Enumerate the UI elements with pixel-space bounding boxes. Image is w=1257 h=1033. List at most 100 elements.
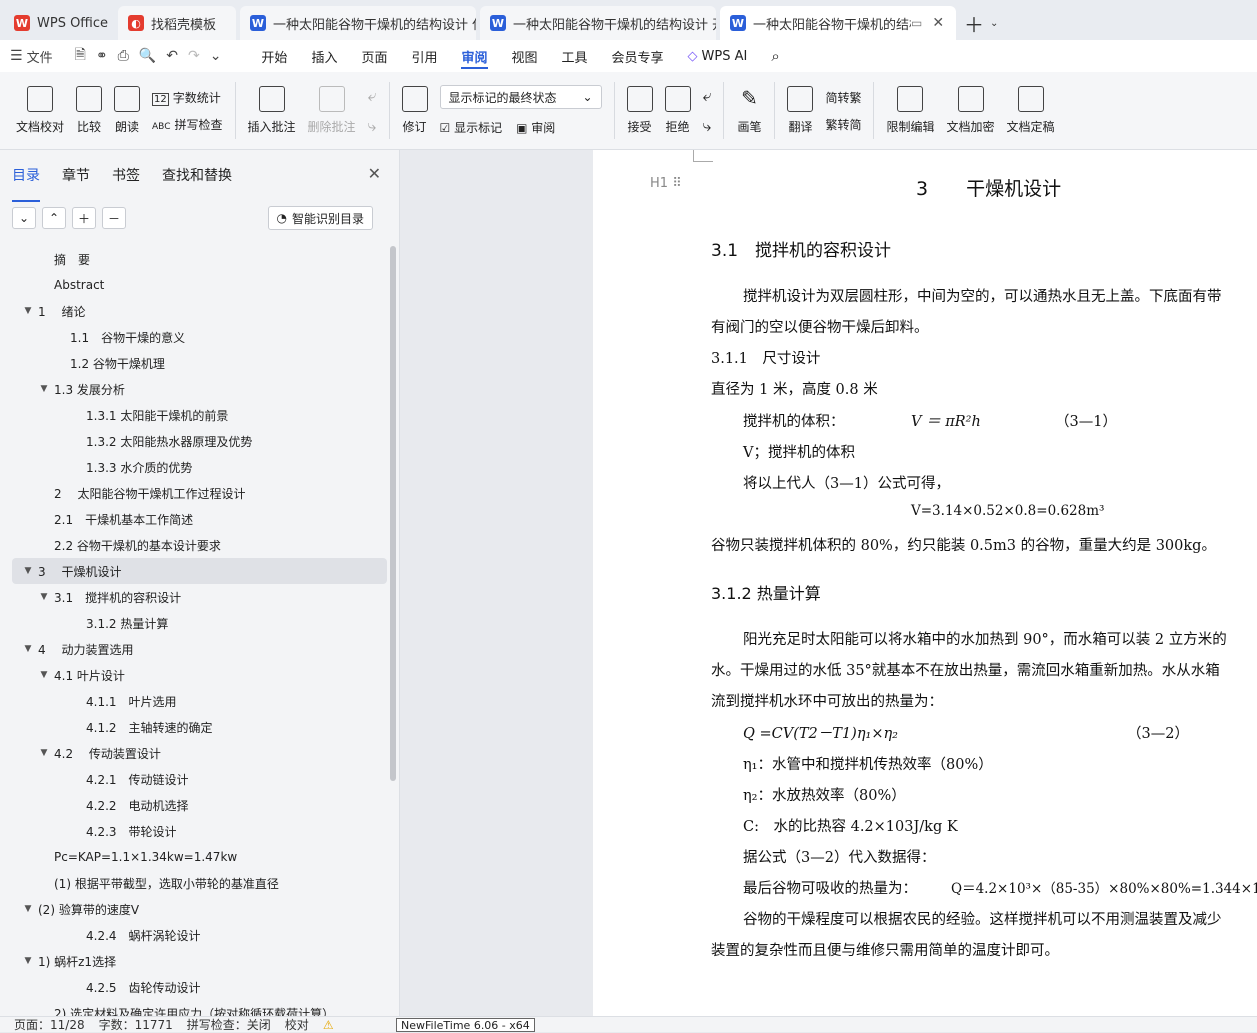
menu-item-reference[interactable]: 引用 [399, 40, 449, 72]
tab-document-1[interactable]: W 一种太阳能谷物干燥机的结构设计 任 [240, 6, 476, 40]
undo-icon[interactable]: ↶ [166, 48, 178, 64]
toc-item[interactable]: 1.3.2 太阳能热水器原理及优势 [12, 428, 387, 454]
menu-item-insert[interactable]: 插入 [299, 40, 349, 72]
chevron-down-icon[interactable]: ⌄ [990, 18, 998, 29]
close-panel-icon[interactable]: ✕ [368, 164, 381, 183]
toc-item[interactable]: Pc=KAP=1.1×1.34kw=1.47kw [12, 844, 387, 870]
toc-item[interactable]: 1.3.1 太阳能干燥机的前景 [12, 402, 387, 428]
close-tab-icon[interactable]: ✕ [932, 15, 944, 31]
spell-check-status[interactable]: 拼写检查：关闭 [187, 1016, 271, 1033]
toc-item[interactable]: 3.1.2 热量计算 [12, 610, 387, 636]
toc-item[interactable]: (1) 根据平带截型，选取小带轮的基准直径 [12, 870, 387, 896]
finalize-button[interactable]: 文档定稿 [1001, 72, 1061, 149]
toc-item[interactable]: 1.2 谷物干燥机理 [12, 350, 387, 376]
toc-item[interactable]: 4.2.1 传动链设计 [12, 766, 387, 792]
wps-ai-button[interactable]: ◇ WPS AI [676, 40, 760, 72]
expand-toggle-icon[interactable]: ▼ [22, 644, 34, 654]
read-aloud-button[interactable]: 朗读 [108, 72, 146, 149]
page-indicator[interactable]: 页面：11/28 [14, 1016, 85, 1033]
more-chevron-icon[interactable]: ⌄ [210, 48, 222, 64]
toc-item[interactable]: 2.2 谷物干燥机的基本设计要求 [12, 532, 387, 558]
tab-wps-office[interactable]: W WPS Office [4, 6, 114, 40]
compare-button[interactable]: 比较 [70, 72, 108, 149]
toc-item[interactable]: ▼ 4 动力装置选用 [12, 636, 387, 662]
screen-icon[interactable]: ▭ [911, 16, 922, 30]
toc-item[interactable]: ▼ 4.2 传动装置设计 [12, 740, 387, 766]
accept-button[interactable]: 接受 [621, 72, 659, 149]
remove-heading-button[interactable]: － [102, 207, 126, 229]
show-markup-button[interactable]: ☑ 显示标记 [440, 119, 503, 136]
print-icon[interactable]: ⎙ [118, 48, 129, 64]
reject-button[interactable]: 拒绝 [659, 72, 697, 149]
expand-toggle-icon[interactable]: ▼ [38, 748, 50, 758]
add-heading-button[interactable]: ＋ [72, 207, 96, 229]
smart-toc-button[interactable]: ◔ 智能识别目录 [267, 206, 373, 230]
expand-toggle-icon[interactable]: ▼ [22, 956, 34, 966]
spell-check-button[interactable]: ABC 拼写检查 [152, 116, 222, 133]
search-icon[interactable]: ⌕ [759, 40, 791, 72]
new-tab-button[interactable]: ＋ ⌄ [964, 6, 998, 40]
expand-toggle-icon[interactable]: ▼ [38, 592, 50, 602]
expand-toggle-icon[interactable]: ▼ [38, 670, 50, 680]
hamburger-icon[interactable]: ☰ [10, 48, 23, 64]
document-page[interactable]: H1 ⠿ 3 干燥机设计 3.1 搅拌机的容积设计 搅拌机设计为双层圆柱形，中间… [593, 150, 1257, 1016]
toc-item[interactable]: ▼ 1) 蜗杆z1选择 [12, 948, 387, 974]
expand-toggle-icon[interactable]: ▼ [22, 566, 34, 576]
print-preview-icon[interactable]: 🔍 [139, 48, 156, 64]
menu-item-view[interactable]: 视图 [500, 40, 550, 72]
toc-item[interactable]: 4.2.2 电动机选择 [12, 792, 387, 818]
menu-item-review[interactable]: 审阅 [449, 40, 499, 72]
word-count-indicator[interactable]: 字数：11771 [99, 1016, 173, 1033]
toc-item[interactable]: 1.1 谷物干燥的意义 [12, 324, 387, 350]
next-change-icon[interactable]: ⤷ [703, 116, 712, 136]
tab-toc[interactable]: 目录 [12, 165, 40, 202]
restrict-edit-button[interactable]: 限制编辑 [880, 72, 940, 149]
markup-state-select[interactable]: 显示标记的最终状态 ⌄ [439, 85, 602, 109]
toc-item[interactable]: 4.2.3 带轮设计 [12, 818, 387, 844]
word-count-button[interactable]: 12 字数统计 [152, 89, 222, 106]
toc-item[interactable]: ▼ 3 干燥机设计 [12, 558, 387, 584]
tab-chapters[interactable]: 章节 [62, 165, 90, 194]
toc-item[interactable]: 1.3.3 水介质的优势 [12, 454, 387, 480]
menu-item-page[interactable]: 页面 [349, 40, 399, 72]
toc-scrollbar[interactable] [390, 246, 396, 781]
menu-item-start[interactable]: 开始 [249, 40, 299, 72]
toc-item[interactable]: 4.1.1 叶片选用 [12, 688, 387, 714]
translate-button[interactable]: 翻译 [781, 72, 819, 149]
toc-item[interactable]: ▼ 3.1 搅拌机的容积设计 [12, 584, 387, 610]
toc-item[interactable]: 摘 要 [12, 246, 387, 272]
warning-icon[interactable]: ⚠ [323, 1018, 334, 1032]
expand-toggle-icon[interactable]: ▼ [22, 306, 34, 316]
toc-item[interactable]: 2 太阳能谷物干燥机工作过程设计 [12, 480, 387, 506]
to-simplified-button[interactable]: 繁转简 [825, 116, 861, 133]
review-pane-button[interactable]: ▣ 审阅 [516, 119, 555, 136]
pen-button[interactable]: ✎ 画笔 [730, 72, 768, 149]
heading-marker[interactable]: H1 ⠿ [650, 176, 682, 191]
toc-item[interactable]: 4.1.2 主轴转速的确定 [12, 714, 387, 740]
menu-item-tools[interactable]: 工具 [550, 40, 600, 72]
tab-template[interactable]: ◐ 找稻壳模板 [118, 6, 236, 40]
link-icon[interactable]: ⚭ [96, 48, 108, 64]
toc-item[interactable]: ▼ 1 绪论 [12, 298, 387, 324]
expand-toggle-icon[interactable]: ▼ [38, 384, 50, 394]
tab-document-2[interactable]: W 一种太阳能谷物干燥机的结构设计 开 [480, 6, 716, 40]
prev-change-icon[interactable]: ⤶ [703, 86, 712, 106]
toc-item[interactable]: ▼ 4.1 叶片设计 [12, 662, 387, 688]
to-traditional-button[interactable]: 简转繁 [825, 89, 861, 106]
insert-comment-button[interactable]: 插入批注 [242, 72, 302, 149]
expand-toggle-icon[interactable]: ▼ [22, 904, 34, 914]
toc-item[interactable]: ▼ 1.3 发展分析 [12, 376, 387, 402]
toc-item[interactable]: 4.2.5 齿轮传动设计 [12, 974, 387, 1000]
save-icon[interactable]: 🗎 [75, 44, 86, 68]
toc-item[interactable]: ▼ (2) 验算带的速度V [12, 896, 387, 922]
tab-bookmarks[interactable]: 书签 [112, 165, 140, 194]
file-menu[interactable]: 文件 [27, 47, 53, 66]
tab-document-active[interactable]: W 一种太阳能谷物干燥机的结构 ▭ ✕ [720, 6, 956, 40]
toc-item[interactable]: 2.1 干燥机基本工作简述 [12, 506, 387, 532]
proofread-button[interactable]: 校对 [285, 1016, 309, 1033]
revise-button[interactable]: 修订 [396, 72, 434, 149]
toc-item[interactable]: 4.2.4 蜗杆涡轮设计 [12, 922, 387, 948]
encrypt-button[interactable]: 文档加密 [941, 72, 1001, 149]
toc-item[interactable]: Abstract [12, 272, 387, 298]
tab-find-replace[interactable]: 查找和替换 [162, 165, 232, 194]
